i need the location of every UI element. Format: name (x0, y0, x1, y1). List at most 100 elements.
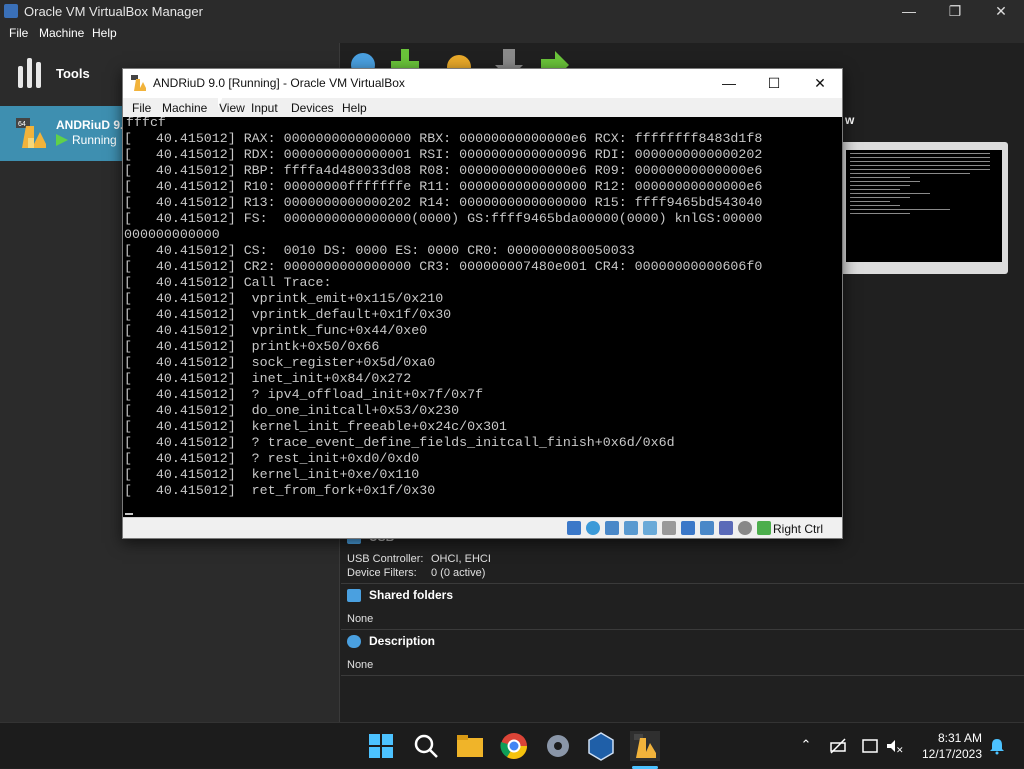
console-line: [ 40.415012] R13: 0000000000000202 R14: … (124, 195, 763, 210)
description-icon (347, 634, 361, 648)
android-os-icon: 64 (16, 118, 46, 148)
running-arrow-icon (56, 134, 68, 146)
close-icon[interactable]: ✕ (978, 0, 1024, 23)
console-line: [ 40.415012] CS: 0010 DS: 0000 ES: 0000 … (124, 243, 635, 258)
console-line: [ 40.415012] RAX: 0000000000000000 RBX: … (124, 131, 763, 146)
taskbar: ⌃ ✕ 8:31 AM 12/17/2023 (0, 722, 1024, 769)
vm-maximize-icon[interactable]: ☐ (751, 69, 797, 98)
shared-folders-value: None (347, 613, 374, 625)
volume-muted-icon[interactable]: ✕ (885, 737, 903, 755)
console-line: [ 40.415012] printk+0x50/0x66 (124, 339, 380, 354)
device-filters-value: 0 (0 active) (431, 567, 486, 579)
tools-label: Tools (56, 66, 90, 81)
vm-window: ANDRiuD 9.0 [Running] - Oracle VM Virtua… (122, 68, 843, 539)
vm-state: Running (56, 133, 117, 147)
settings-icon[interactable] (543, 731, 573, 761)
console-line: [ 40.415012] ? trace_event_define_fields… (124, 435, 675, 450)
console-line: [ 40.415012] R10: 00000000fffffffe R11: … (124, 179, 763, 194)
vm-console[interactable]: fffcf [ 40.415012] RAX: 0000000000000000… (123, 117, 842, 517)
virtualization-icon[interactable] (719, 521, 733, 535)
virtualbox-icon[interactable] (586, 731, 616, 761)
vm-menu-input[interactable]: Input (251, 101, 278, 115)
vm-menu-help[interactable]: Help (342, 101, 367, 115)
console-line: [ 40.415012] RBP: ffffa4d480033d08 R08: … (124, 163, 763, 178)
description-header[interactable]: Description (347, 634, 435, 648)
windows-start-icon[interactable] (366, 731, 396, 761)
menu-machine[interactable]: Machine (39, 26, 84, 40)
console-line: [ 40.415012] FS: 0000000000000000(0000) … (124, 211, 763, 226)
chevron-up-icon[interactable]: ⌃ (797, 737, 815, 755)
clock[interactable]: 8:31 AM 12/17/2023 (912, 730, 982, 762)
console-line: [ 40.415012] ? ipv4_offload_init+0x7f/0x… (124, 387, 484, 402)
divider (341, 583, 1024, 584)
console-line: [ 40.415012] kernel_init_freeable+0x24c/… (124, 419, 508, 434)
console-line: [ 40.415012] CR2: 0000000000000000 CR3: … (124, 259, 763, 274)
vm-name: ANDRiuD 9.0 (56, 118, 131, 132)
device-filters-label: Device Filters: (347, 567, 417, 579)
wifi-icon[interactable] (861, 737, 879, 755)
vm-title-bar[interactable]: ANDRiuD 9.0 [Running] - Oracle VM Virtua… (123, 69, 842, 98)
vm-menu-devices[interactable]: Devices (291, 101, 334, 115)
vm-menu-file[interactable]: File (132, 101, 151, 115)
host-key-label: Right Ctrl (773, 522, 824, 536)
tools-icon (18, 58, 46, 88)
console-line: 000000000000 (124, 227, 220, 242)
vm-preview (840, 142, 1008, 274)
network-off-icon[interactable] (829, 737, 847, 755)
divider (341, 675, 1024, 676)
text-cursor (125, 513, 133, 515)
usb-controller-value: OHCI, EHCI (431, 553, 491, 565)
menu-help[interactable]: Help (92, 26, 117, 40)
chrome-icon[interactable] (499, 731, 529, 761)
manager-menu-bar: File Machine Help (0, 23, 1024, 43)
svg-text:64: 64 (18, 121, 26, 128)
host-key-icon[interactable] (757, 521, 771, 535)
file-explorer-icon[interactable] (455, 731, 485, 761)
preview-header: w (845, 113, 855, 127)
restore-icon[interactable]: ❐ (932, 0, 978, 23)
hard-disk-icon[interactable] (567, 521, 581, 535)
display-icon[interactable] (681, 521, 695, 535)
vm-window-title: ANDRiuD 9.0 [Running] - Oracle VM Virtua… (153, 76, 405, 90)
vm-minimize-icon[interactable]: — (706, 69, 752, 98)
minimize-icon[interactable]: — (886, 0, 932, 23)
mouse-pointer-icon (218, 94, 224, 108)
usb-controller-label: USB Controller: (347, 553, 424, 565)
console-line: [ 40.415012] ret_from_fork+0x1f/0x30 (124, 483, 436, 498)
description-label: Description (369, 634, 436, 648)
vm-state-label: Running (72, 133, 117, 147)
video-capture-icon[interactable] (700, 521, 714, 535)
android-vm-taskbar-icon[interactable] (630, 731, 660, 761)
console-line: [ 40.415012] inet_init+0x84/0x272 (124, 371, 412, 386)
divider (341, 629, 1024, 630)
console-line: [ 40.415012] do_one_initcall+0x53/0x230 (124, 403, 460, 418)
preview-screen (846, 150, 1002, 262)
console-line: [ 40.415012] sock_register+0x5d/0xa0 (124, 355, 436, 370)
svg-text:✕: ✕ (896, 745, 903, 755)
notification-bell-icon[interactable] (988, 737, 1006, 755)
vm-status-bar: Right Ctrl (123, 517, 842, 538)
network-icon[interactable] (624, 521, 638, 535)
console-line: [ 40.415012] vprintk_emit+0x115/0x210 (124, 291, 444, 306)
shared-folders-header[interactable]: Shared folders (347, 588, 453, 602)
manager-title-bar: Oracle VM VirtualBox Manager — ❐ ✕ (0, 0, 1024, 23)
date: 12/17/2023 (921, 747, 982, 761)
menu-file[interactable]: File (9, 26, 28, 40)
audio-icon[interactable] (605, 521, 619, 535)
vm-close-icon[interactable]: ✕ (797, 69, 843, 98)
optical-drive-icon[interactable] (586, 521, 600, 535)
shared-folder-icon[interactable] (662, 521, 676, 535)
console-line: [ 40.415012] RDX: 0000000000000001 RSI: … (124, 147, 763, 162)
virtualbox-logo-icon (4, 4, 18, 18)
usb-icon[interactable] (643, 521, 657, 535)
mouse-integration-icon[interactable] (738, 521, 752, 535)
manager-title: Oracle VM VirtualBox Manager (24, 4, 203, 19)
shared-folders-label: Shared folders (369, 588, 454, 602)
vm-menu-bar: File Machine View Input Devices Help (123, 98, 842, 117)
console-line: [ 40.415012] vprintk_default+0x1f/0x30 (124, 307, 452, 322)
console-line: [ 40.415012] Call Trace: (124, 275, 332, 290)
search-icon[interactable] (411, 731, 441, 761)
android-os-icon (131, 75, 146, 91)
console-line: [ 40.415012] kernel_init+0xe/0x110 (124, 467, 420, 482)
vm-menu-machine[interactable]: Machine (162, 101, 207, 115)
